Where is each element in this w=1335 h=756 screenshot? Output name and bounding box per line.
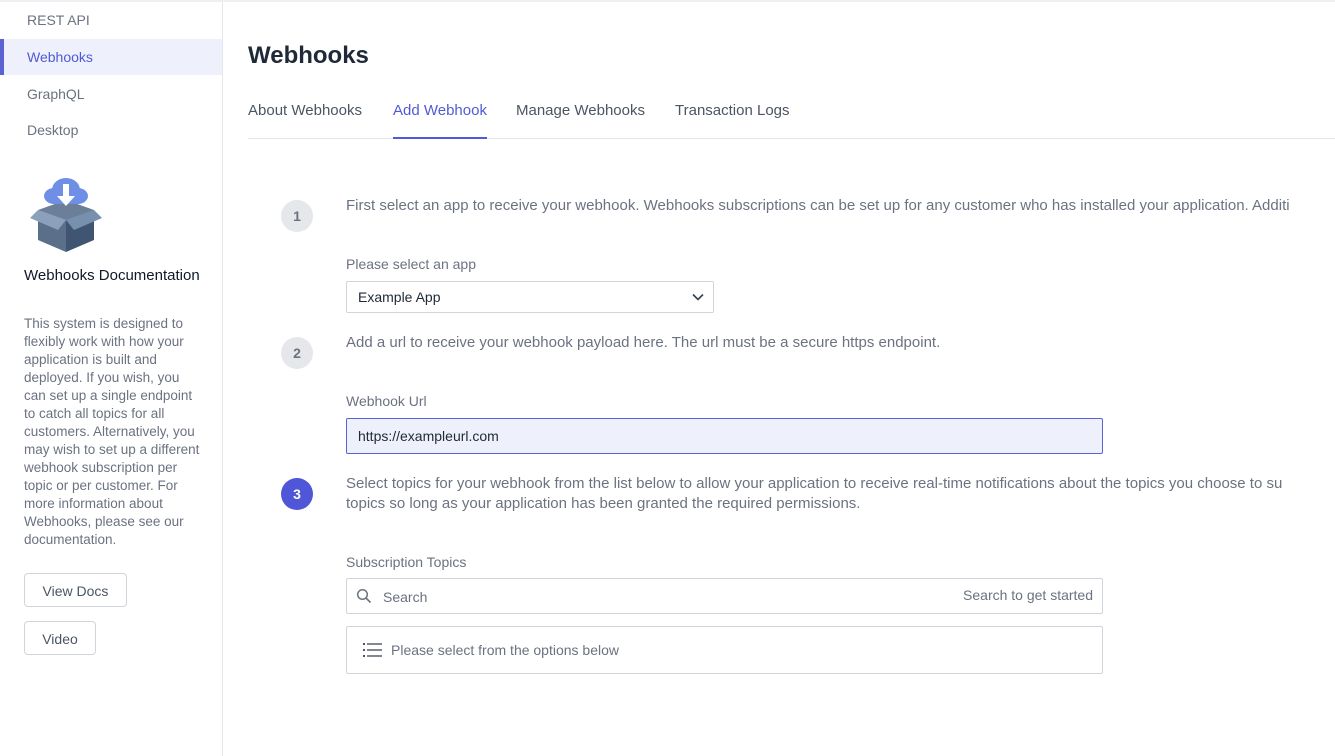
sidebar: REST API Webhooks GraphQL Desktop Webhoo… xyxy=(0,2,223,756)
search-hint: Search to get started xyxy=(963,587,1093,603)
sidebar-item-graphql[interactable]: GraphQL xyxy=(0,76,222,112)
app-select[interactable]: Example App xyxy=(346,281,714,313)
chevron-down-icon xyxy=(692,293,704,301)
webhook-url-input[interactable] xyxy=(346,418,1103,454)
sidebar-item-webhooks[interactable]: Webhooks xyxy=(0,39,222,75)
list-icon xyxy=(363,643,382,657)
topics-options-list[interactable]: Please select from the options below xyxy=(346,626,1103,674)
step-3-indicator: 3 xyxy=(281,478,313,510)
select-app-label: Please select an app xyxy=(346,256,476,272)
step-2-text: Add a url to receive your webhook payloa… xyxy=(346,334,941,351)
search-icon xyxy=(356,588,372,604)
tab-transaction-logs[interactable]: Transaction Logs xyxy=(675,102,790,138)
step-1-indicator: 1 xyxy=(281,200,313,232)
sidebar-item-rest-api[interactable]: REST API xyxy=(0,2,222,38)
topics-search: Search to get started xyxy=(346,578,1103,614)
sidebar-item-desktop[interactable]: Desktop xyxy=(0,112,222,148)
step-3-text-line1: Select topics for your webhook from the … xyxy=(346,475,1283,492)
subscription-topics-label: Subscription Topics xyxy=(346,554,467,570)
page-title: Webhooks xyxy=(248,42,369,69)
doc-description: This system is designed to flexibly work… xyxy=(24,316,200,547)
topics-search-input[interactable] xyxy=(381,583,905,611)
tab-bar: About Webhooks Add Webhook Manage Webhoo… xyxy=(248,102,1335,139)
step-3-text-line2: topics so long as your application has b… xyxy=(346,495,861,512)
video-button[interactable]: Video xyxy=(24,621,96,655)
step-1-text: First select an app to receive your webh… xyxy=(346,197,1290,214)
step-2-indicator: 2 xyxy=(281,337,313,369)
options-placeholder-text: Please select from the options below xyxy=(391,642,620,658)
webhook-url-label: Webhook Url xyxy=(346,393,427,409)
doc-title: Webhooks Documentation xyxy=(24,267,200,284)
cloud-download-box-icon xyxy=(30,178,102,252)
tab-manage-webhooks[interactable]: Manage Webhooks xyxy=(516,102,645,138)
tab-add-webhook[interactable]: Add Webhook xyxy=(393,102,487,139)
view-docs-button[interactable]: View Docs xyxy=(24,573,127,607)
app-select-value: Example App xyxy=(358,289,441,305)
tab-about-webhooks[interactable]: About Webhooks xyxy=(248,102,362,138)
